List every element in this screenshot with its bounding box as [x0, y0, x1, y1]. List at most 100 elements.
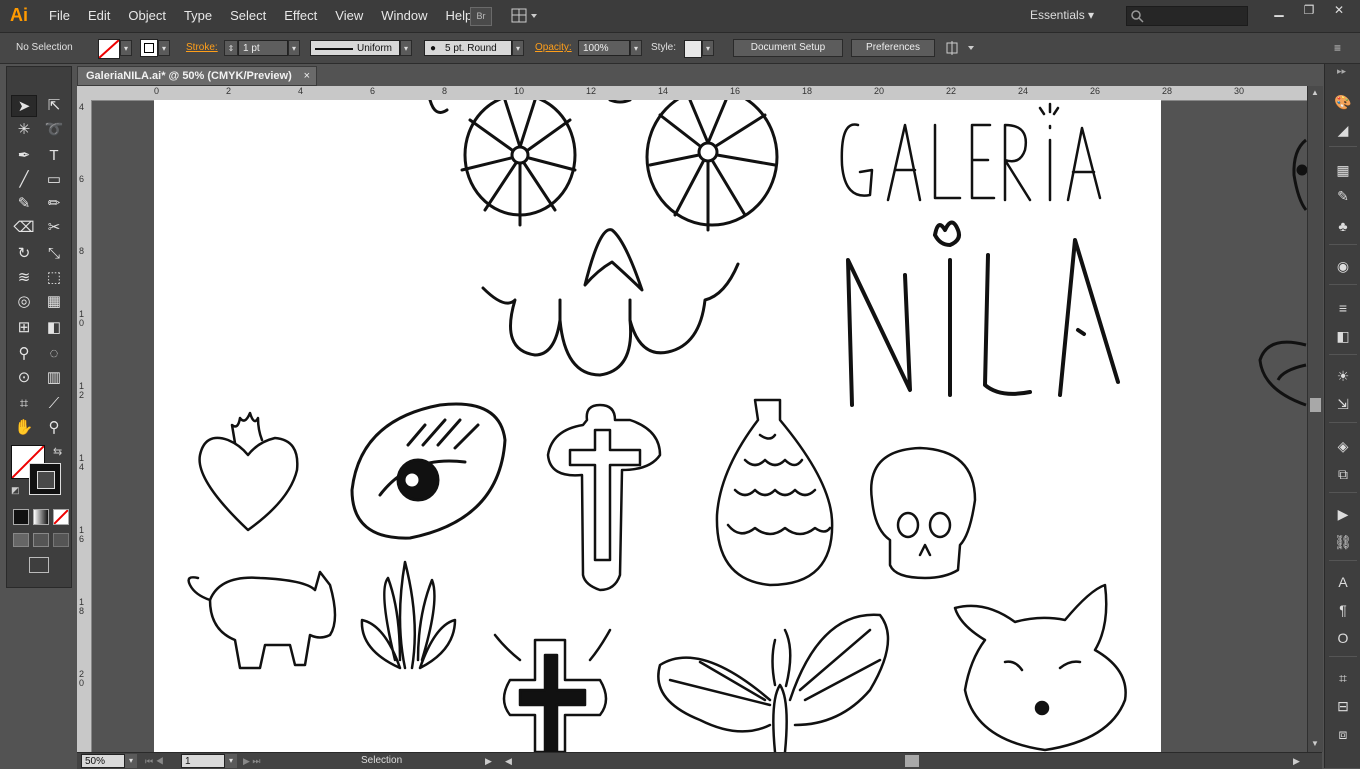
layers-icon[interactable]: ◈ [1333, 436, 1353, 456]
style-dropdown[interactable]: ▾ [702, 40, 714, 56]
stroke-label[interactable]: Stroke: [186, 33, 218, 63]
rotate-tool-icon[interactable]: ↻ [11, 243, 37, 265]
rectangle-tool-icon[interactable]: ▭ [41, 169, 67, 191]
draw-inside-icon[interactable] [53, 533, 69, 547]
arrange-button[interactable] [946, 41, 976, 55]
close-tab-icon[interactable]: × [304, 67, 310, 85]
pen-tool-icon[interactable]: ✒ [11, 145, 37, 167]
pathfinder-icon[interactable]: ⧈ [1333, 724, 1353, 744]
graphic-styles-icon[interactable]: ☀ [1333, 366, 1353, 386]
eyedropper-tool-icon[interactable]: ⚲ [11, 343, 37, 365]
menu-effect[interactable]: Effect [275, 0, 326, 32]
column-graph-tool-icon[interactable]: ▥ [41, 367, 67, 389]
horizontal-scroll-thumb[interactable] [905, 755, 919, 767]
zoom-dropdown[interactable]: ▾ [125, 754, 137, 768]
menu-type[interactable]: Type [175, 0, 221, 32]
stroke-panel-icon[interactable]: ≡ [1333, 298, 1353, 318]
export-icon[interactable]: ⇲ [1333, 394, 1353, 414]
links-icon[interactable]: ⛓ [1333, 532, 1353, 552]
direct-selection-tool-icon[interactable]: ⇱ [41, 95, 67, 117]
menu-view[interactable]: View [326, 0, 372, 32]
artboard[interactable] [154, 100, 1161, 752]
menu-window[interactable]: Window [372, 0, 436, 32]
mesh-tool-icon[interactable]: ⊞ [11, 317, 37, 339]
menu-file[interactable]: File [40, 0, 79, 32]
menu-object[interactable]: Object [119, 0, 175, 32]
color-guide-icon[interactable]: ◢ [1333, 120, 1353, 140]
stroke-weight-field[interactable]: 1 pt [238, 40, 288, 56]
color-panel-icon[interactable]: 🎨 [1333, 92, 1353, 112]
brushes-icon[interactable]: ✎ [1333, 186, 1353, 206]
close-icon[interactable]: ✕ [1326, 2, 1352, 18]
panel-menu-icon[interactable]: ≡ [1334, 41, 1341, 55]
paragraph-icon[interactable]: ¶ [1333, 600, 1353, 620]
slice-tool-icon[interactable]: ⟋ [41, 393, 67, 415]
preferences-button[interactable]: Preferences [851, 39, 935, 57]
type-tool-icon[interactable]: T [41, 145, 67, 167]
variable-width-profile[interactable]: Uniform [310, 40, 400, 56]
stroke-color-dropdown[interactable]: ▾ [158, 40, 170, 56]
default-colors-icon[interactable]: ◩ [11, 485, 20, 496]
minimize-icon[interactable]: ▁ [1266, 2, 1292, 18]
color-mode-icon[interactable] [13, 509, 29, 525]
shape-builder-tool-icon[interactable]: ◎ [11, 291, 37, 313]
menu-select[interactable]: Select [221, 0, 275, 32]
actions-icon[interactable]: ▶ [1333, 504, 1353, 524]
gradient-mode-icon[interactable] [33, 509, 49, 525]
expand-panels-icon[interactable]: ▸▸ [1337, 66, 1346, 77]
blend-tool-icon[interactable]: ◌ [41, 343, 67, 365]
symbols-icon[interactable]: ♣ [1333, 216, 1353, 236]
swap-fill-stroke-icon[interactable]: ⇆ [53, 445, 62, 458]
gradient-tool-icon[interactable]: ◧ [41, 317, 67, 339]
align-panel-icon[interactable]: ⊟ [1333, 696, 1353, 716]
zoom-field[interactable]: 50% [81, 754, 125, 768]
opacity-label[interactable]: Opacity: [535, 33, 572, 63]
profile-dropdown[interactable]: ▾ [400, 40, 412, 56]
workspace-switcher[interactable]: Essentials ▾ [1030, 0, 1094, 30]
character-icon[interactable]: A [1333, 572, 1353, 592]
restore-icon[interactable]: ❐ [1296, 2, 1322, 18]
stroke-stepper[interactable]: ⇕ [224, 40, 238, 56]
horizontal-ruler[interactable]: 0 2 4 6 8 10 12 14 16 18 20 22 24 26 28 … [77, 86, 1307, 101]
stroke-weight-dropdown[interactable]: ▾ [288, 40, 300, 56]
gradient-panel-icon[interactable]: ◧ [1333, 326, 1353, 346]
transform-icon[interactable]: ⌗ [1333, 668, 1353, 688]
artboards-icon[interactable]: ⧉ [1333, 464, 1353, 484]
vertical-scroll-thumb[interactable] [1310, 398, 1321, 412]
screen-mode-icon[interactable] [29, 557, 49, 573]
appearance-icon[interactable]: ◉ [1333, 256, 1353, 276]
scroll-up-icon[interactable]: ▲ [1311, 88, 1319, 97]
stroke-color-box[interactable] [29, 463, 61, 495]
status-menu-icon[interactable]: ▶ [485, 753, 492, 769]
selection-tool-icon[interactable]: ➤ [11, 95, 37, 117]
brush-dropdown[interactable]: ▾ [512, 40, 524, 56]
search-input[interactable] [1126, 6, 1248, 26]
draw-behind-icon[interactable] [33, 533, 49, 547]
arrange-documents-button[interactable] [510, 7, 540, 24]
opentype-icon[interactable]: O [1333, 628, 1353, 648]
opacity-dropdown[interactable]: ▾ [630, 40, 642, 56]
document-setup-button[interactable]: Document Setup [733, 39, 843, 57]
scissors-tool-icon[interactable]: ✂ [41, 217, 67, 239]
document-tab[interactable]: GaleriaNILA.ai* @ 50% (CMYK/Preview) × [77, 66, 317, 86]
artboard-number-field[interactable]: 1 [181, 754, 225, 768]
brush-definition[interactable]: ● 5 pt. Round [424, 40, 512, 56]
symbol-sprayer-tool-icon[interactable]: ⊙ [11, 367, 37, 389]
free-transform-tool-icon[interactable]: ⬚ [41, 267, 67, 289]
first-artboard-icon[interactable]: ⏮ ◀ [145, 753, 164, 769]
hand-tool-icon[interactable]: ✋ [11, 417, 37, 439]
vertical-scrollbar[interactable]: ▲ ▼ [1307, 86, 1323, 752]
scroll-down-icon[interactable]: ▼ [1311, 739, 1319, 748]
draw-normal-icon[interactable] [13, 533, 29, 547]
none-mode-icon[interactable] [53, 509, 69, 525]
style-swatch[interactable] [684, 40, 702, 58]
eraser-tool-icon[interactable]: ⌫ [11, 217, 37, 239]
lasso-tool-icon[interactable]: ➰ [41, 119, 67, 141]
next-artboard-icon[interactable]: ▶ ⏭ [243, 753, 261, 769]
bridge-button[interactable]: Br [470, 7, 492, 26]
fill-swatch[interactable] [98, 39, 120, 59]
width-tool-icon[interactable]: ≋ [11, 267, 37, 289]
scroll-left-icon[interactable]: ◀ [505, 753, 512, 769]
menu-edit[interactable]: Edit [79, 0, 119, 32]
zoom-tool-icon[interactable]: ⚲ [41, 417, 67, 439]
